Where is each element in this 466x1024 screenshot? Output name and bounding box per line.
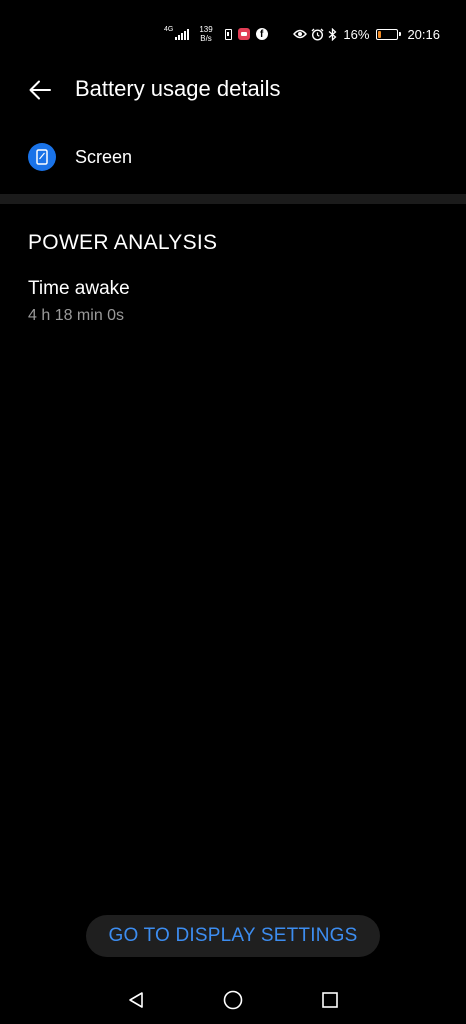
app-bar: Battery usage details — [0, 66, 466, 114]
go-to-display-settings-button[interactable]: GO TO DISPLAY SETTINGS — [86, 915, 380, 957]
clock: 20:16 — [407, 26, 440, 42]
recents-square-icon — [322, 992, 338, 1008]
network-type: 4G — [164, 25, 174, 33]
home-circle-icon — [223, 990, 243, 1010]
screen: 4G 139 B/s f 16% 20:16 Battery usage det… — [0, 0, 466, 1024]
section-title: POWER ANALYSIS — [28, 231, 218, 254]
bluetooth-icon — [328, 27, 337, 41]
app-notification-icon — [237, 28, 250, 40]
eye-icon — [293, 29, 308, 39]
page-title: Battery usage details — [75, 76, 281, 101]
status-bar: 4G 139 B/s f 16% 20:16 — [0, 0, 466, 66]
usage-item-screen: Screen — [0, 136, 466, 180]
sim-icon — [224, 28, 232, 40]
nav-recents-button[interactable] — [318, 988, 342, 1012]
item-label: Screen — [75, 147, 133, 167]
status-right: 16% 20:16 — [293, 24, 440, 44]
nav-back-button[interactable] — [124, 988, 148, 1012]
navigation-bar — [0, 980, 466, 1020]
phone-screen-icon — [28, 143, 56, 171]
net-speed-unit: B/s — [200, 34, 212, 43]
arrow-left-icon — [29, 80, 51, 100]
facebook-icon: f — [255, 28, 268, 40]
battery-level — [378, 30, 382, 38]
net-speed: 139 B/s — [199, 25, 212, 43]
nav-home-button[interactable] — [221, 988, 245, 1012]
net-speed-value: 139 — [199, 25, 213, 34]
status-left: 4G 139 B/s f — [164, 24, 268, 44]
signal-icon — [175, 28, 190, 40]
section-divider — [0, 194, 466, 204]
back-button[interactable] — [24, 74, 56, 106]
stat-value: 4 h 18 min 0s — [28, 307, 125, 324]
alarm-icon — [311, 28, 324, 41]
battery-icon — [376, 28, 402, 40]
battery-percent: 16% — [343, 26, 370, 42]
stat-label: Time awake — [28, 278, 130, 299]
back-triangle-icon — [129, 992, 143, 1008]
